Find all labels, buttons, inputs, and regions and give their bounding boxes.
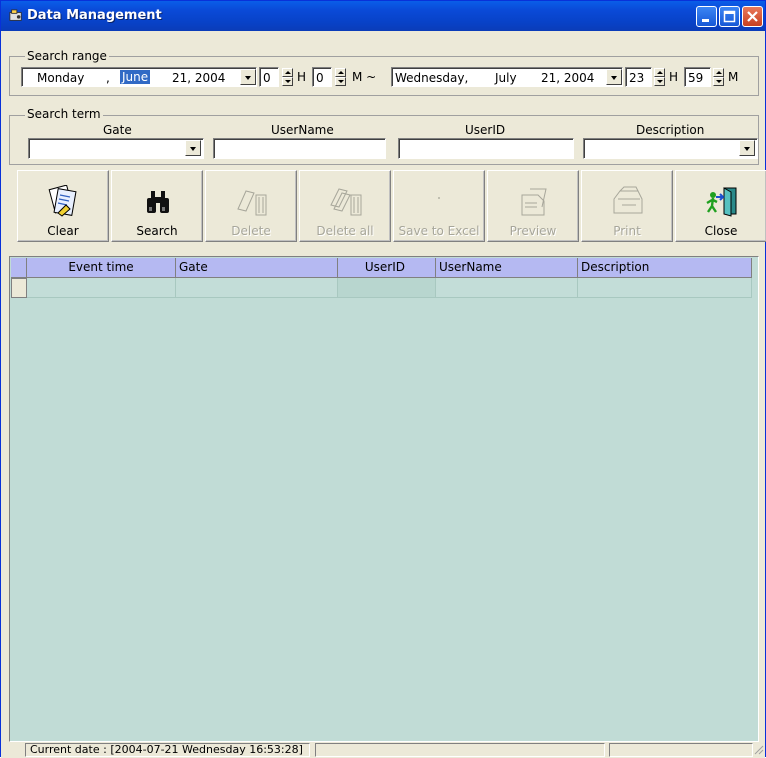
to-minute-value: 59 xyxy=(688,71,704,85)
spin-down-icon[interactable] xyxy=(713,77,724,86)
row-indicator[interactable] xyxy=(11,278,27,298)
spin-down-icon[interactable] xyxy=(282,77,293,86)
userid-label: UserID xyxy=(465,123,506,137)
search-label: Search xyxy=(136,224,178,238)
delete-all-button[interactable]: Delete all xyxy=(299,170,391,242)
table-cell-username[interactable] xyxy=(436,278,578,298)
column-header-userid[interactable]: UserID xyxy=(338,258,436,278)
to-minute-field[interactable]: 59 xyxy=(684,67,711,87)
delete-all-label: Delete all xyxy=(316,224,374,238)
from-minute-field[interactable]: 0 xyxy=(312,67,332,87)
spin-up-icon[interactable] xyxy=(335,68,346,77)
to-date-field[interactable]: Wednesday, July 21, 2004 xyxy=(391,67,623,87)
column-header-gate[interactable]: Gate xyxy=(176,258,338,278)
gate-label: Gate xyxy=(103,123,132,137)
to-minute-spinner[interactable] xyxy=(713,68,724,86)
delete-icon xyxy=(237,190,267,216)
column-header-username[interactable]: UserName xyxy=(436,258,578,278)
excel-icon xyxy=(438,197,440,199)
to-hour-value: 23 xyxy=(629,71,645,85)
current-date-status: Current date : [2004-07-21 Wednesday 16:… xyxy=(25,743,310,757)
from-weekday-sep: , xyxy=(106,71,110,85)
window-title: Data Management xyxy=(27,8,162,23)
status-panel-3 xyxy=(609,743,753,757)
spin-up-icon[interactable] xyxy=(713,68,724,77)
gate-select[interactable] xyxy=(28,138,204,159)
maximize-button[interactable] xyxy=(719,6,740,27)
exit-door-icon xyxy=(706,187,737,217)
from-minute-value: 0 xyxy=(316,71,324,85)
search-button[interactable]: Search xyxy=(111,170,203,242)
save-to-excel-button[interactable]: Save to Excel xyxy=(393,170,485,242)
data-management-window: Data Management Search range Monday , Ju… xyxy=(0,0,766,758)
description-dropdown-icon[interactable] xyxy=(739,140,755,156)
table-cell-event-time[interactable] xyxy=(27,278,176,298)
to-hour-unit: H xyxy=(669,70,679,84)
userid-input[interactable] xyxy=(398,138,574,159)
to-hour-field[interactable]: 23 xyxy=(625,67,652,87)
status-bar: Current date : [2004-07-21 Wednesday 16:… xyxy=(1,742,765,758)
to-date-dropdown-icon[interactable] xyxy=(606,69,622,85)
printer-icon xyxy=(613,186,643,214)
search-range-legend: Search range xyxy=(25,49,109,63)
to-month: July xyxy=(495,71,517,85)
clear-icon xyxy=(48,185,77,217)
preview-label: Preview xyxy=(509,224,557,238)
gate-dropdown-icon[interactable] xyxy=(185,140,201,156)
from-hour-value: 0 xyxy=(263,71,271,85)
clear-button[interactable]: Clear xyxy=(17,170,109,242)
preview-icon xyxy=(521,188,547,216)
from-minute-unit: M ~ xyxy=(352,70,377,84)
save-to-excel-label: Save to Excel xyxy=(398,224,480,238)
from-minute-spinner[interactable] xyxy=(335,68,346,86)
delete-all-icon xyxy=(330,188,362,216)
column-header-description[interactable]: Description xyxy=(578,258,752,278)
resize-grip-icon[interactable] xyxy=(753,744,764,756)
from-hour-field[interactable]: 0 xyxy=(259,67,279,87)
column-header-event-time[interactable]: Event time xyxy=(27,258,176,278)
to-minute-unit: M xyxy=(728,70,739,84)
binoculars-icon xyxy=(147,191,169,213)
close-window-button[interactable] xyxy=(742,6,763,27)
username-label: UserName xyxy=(271,123,334,137)
spin-up-icon[interactable] xyxy=(654,68,665,77)
print-label: Print xyxy=(613,224,641,238)
close-button[interactable]: Close xyxy=(675,170,766,242)
spin-up-icon[interactable] xyxy=(282,68,293,77)
grid-corner xyxy=(11,258,27,278)
preview-button[interactable]: Preview xyxy=(487,170,579,242)
from-date-dropdown-icon[interactable] xyxy=(240,69,256,85)
event-grid[interactable]: Event time Gate UserID UserName Descript… xyxy=(9,256,759,742)
clear-label: Clear xyxy=(47,224,79,238)
from-hour-spinner[interactable] xyxy=(282,68,293,86)
from-day-year: 21, 2004 xyxy=(172,71,226,85)
table-cell-description[interactable] xyxy=(578,278,752,298)
description-select[interactable] xyxy=(583,138,758,159)
to-hour-spinner[interactable] xyxy=(654,68,665,86)
table-cell-userid[interactable] xyxy=(338,278,436,298)
from-date-field[interactable]: Monday , June 21, 2004 xyxy=(21,67,257,87)
table-cell-gate[interactable] xyxy=(176,278,338,298)
print-button[interactable]: Print xyxy=(581,170,673,242)
search-term-legend: Search term xyxy=(25,107,103,121)
close-label: Close xyxy=(704,224,738,238)
to-weekday: Wednesday, xyxy=(395,71,469,85)
app-icon xyxy=(9,9,22,21)
delete-button[interactable]: Delete xyxy=(205,170,297,242)
delete-label: Delete xyxy=(231,224,271,238)
description-label: Description xyxy=(636,123,705,137)
username-input[interactable] xyxy=(213,138,386,159)
spin-down-icon[interactable] xyxy=(335,77,346,86)
from-hour-unit: H xyxy=(297,70,307,84)
minimize-button[interactable] xyxy=(696,6,717,27)
from-month[interactable]: June xyxy=(120,70,151,84)
status-panel-2 xyxy=(315,743,605,757)
spin-down-icon[interactable] xyxy=(654,77,665,86)
from-weekday: Monday xyxy=(37,71,85,85)
title-bar[interactable]: Data Management xyxy=(1,1,765,31)
to-day-year: 21, 2004 xyxy=(541,71,595,85)
